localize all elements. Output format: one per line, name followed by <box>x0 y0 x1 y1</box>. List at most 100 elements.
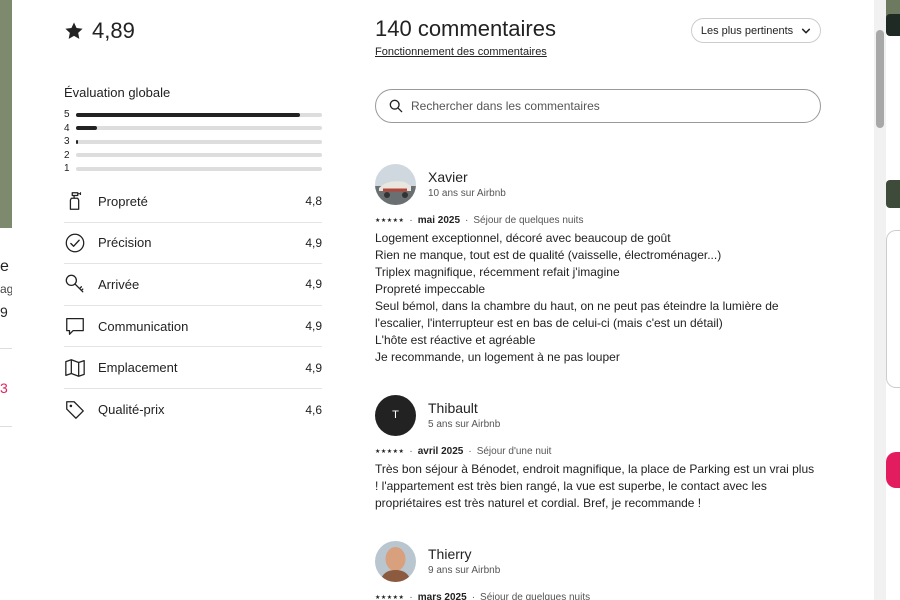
how-reviews-work-link[interactable]: Fonctionnement des commentaires <box>375 46 547 58</box>
avatar-initial: T <box>392 409 399 421</box>
review-date: mars 2025 <box>417 592 467 600</box>
reviews-count: 140 commentaires <box>375 16 556 41</box>
review-item: T Thibault 5 ans sur Airbnb ★★★★★ · avril 202… <box>375 394 821 512</box>
review-subline: ★★★★★ · avril 2025 · Séjour d'une nuit <box>375 446 821 457</box>
review-line: L'hôte est réactive et agréable <box>375 333 536 347</box>
rating-bar-label: 1 <box>64 163 70 175</box>
review-line: propriétaires est très naturel et cordia… <box>375 496 702 510</box>
review-line: Seul bémol, dans la chambre du haut, on … <box>375 299 779 313</box>
category-row: Précision 4,9 <box>64 223 322 265</box>
rating-bar-track <box>76 139 322 144</box>
reviewer-name[interactable]: Thierry <box>428 546 500 562</box>
chevron-down-icon <box>802 28 811 33</box>
background-photo <box>886 180 900 208</box>
reviewer-tenure: 10 ans sur Airbnb <box>428 188 506 199</box>
scrollbar-thumb[interactable] <box>876 30 884 128</box>
chat-bubble-icon <box>64 315 86 337</box>
rating-bar-label: 5 <box>64 109 70 121</box>
category-name: Communication <box>98 318 189 334</box>
rating-bar-label: 4 <box>64 122 70 134</box>
background-close-button <box>886 14 900 36</box>
review-subline: ★★★★★ · mai 2025 · Séjour de quelques nuits <box>375 215 821 226</box>
category-row: Propreté 4,8 <box>64 181 322 223</box>
avatar[interactable]: T <box>375 394 416 436</box>
rating-bar-fill <box>76 126 97 131</box>
background-photo <box>0 0 12 228</box>
rating-bar-track <box>76 112 322 117</box>
background-red-fragment: 3 <box>0 380 8 396</box>
background-divider <box>0 426 12 427</box>
review-item: Xavier 10 ans sur Airbnb ★★★★★ · mai 2025 · Sé… <box>375 163 821 366</box>
distribution-title: Évaluation globale <box>64 85 171 100</box>
category-row: Qualité-prix 4,6 <box>64 389 322 431</box>
rating-bar-row: 1 <box>64 162 322 176</box>
review-header: T Thibault 5 ans sur Airbnb <box>375 394 821 436</box>
star-icon <box>65 22 83 39</box>
category-score: 4,9 <box>305 235 322 250</box>
separator-dot: · <box>468 446 472 457</box>
separator-dot: · <box>409 592 413 600</box>
sort-dropdown[interactable]: Les plus pertinents <box>691 18 821 43</box>
stay-type: Séjour de quelques nuits <box>473 215 584 226</box>
separator-dot: · <box>465 215 469 226</box>
category-name: Précision <box>98 235 152 251</box>
review-text: Logement exceptionnel, décoré avec beauc… <box>375 230 821 366</box>
review-line: Je recommande, un logement à ne pas loup… <box>375 350 620 364</box>
category-name: Propreté <box>98 193 148 209</box>
category-score: 4,9 <box>305 319 322 334</box>
check-circle-icon <box>64 232 86 254</box>
review-line: Très bon séjour à Bénodet, endroit magni… <box>375 462 815 476</box>
rating-bar-row: 3 <box>64 135 322 149</box>
review-text: Très bon séjour à Bénodet, endroit magni… <box>375 461 821 512</box>
category-ratings: Propreté 4,8 Précision 4,9 Arrivée 4,9 Communi… <box>64 181 322 431</box>
rating-bar-label: 2 <box>64 149 70 161</box>
rating-bar-row: 2 <box>64 149 322 163</box>
rating-bar-track <box>76 126 322 131</box>
background-reserve-button <box>886 452 900 488</box>
search-icon <box>389 99 403 113</box>
review-stars: ★★★★★ <box>375 218 405 224</box>
reviews-modal: 4,89 Évaluation globale 54 32 1 Propreté 4,… <box>12 0 886 600</box>
reviewer-tenure: 5 ans sur Airbnb <box>428 419 501 430</box>
rating-distribution: 54 32 1 <box>64 108 322 176</box>
review-line: Triplex magnifique, récemment refait j'i… <box>375 265 620 279</box>
review-item: Thierry 9 ans sur Airbnb ★★★★★ · mars 2025 · S… <box>375 540 821 600</box>
key-icon <box>64 273 86 295</box>
review-search[interactable] <box>375 89 821 123</box>
review-line: Rien ne manque, tout est de qualité (vai… <box>375 248 722 262</box>
search-input[interactable] <box>411 99 820 113</box>
reviewer-meta: Thierry 9 ans sur Airbnb <box>428 546 500 576</box>
background-page-right <box>886 0 900 600</box>
stay-type: Séjour de quelques nuits <box>480 592 591 600</box>
review-line: l'escalier, l'interrupteur est en bas de… <box>375 316 723 330</box>
category-score: 4,6 <box>305 402 322 417</box>
rating-bar-fill <box>76 112 300 117</box>
modal-scrollbar[interactable] <box>874 0 886 600</box>
category-row: Communication 4,9 <box>64 306 322 348</box>
sort-label: Les plus pertinents <box>700 24 794 37</box>
avatar[interactable] <box>375 163 416 205</box>
rating-bar-label: 3 <box>64 136 70 148</box>
avatar[interactable] <box>375 540 416 582</box>
background-divider <box>0 348 12 349</box>
reviewer-name[interactable]: Xavier <box>428 169 506 185</box>
rating-bar-track <box>76 153 322 158</box>
overall-rating-value: 4,89 <box>92 18 135 43</box>
review-date: mai 2025 <box>417 215 461 226</box>
category-score: 4,8 <box>305 194 322 209</box>
review-header: Thierry 9 ans sur Airbnb <box>375 540 821 582</box>
category-row: Arrivée 4,9 <box>64 264 322 306</box>
reviewer-name[interactable]: Thibault <box>428 400 500 416</box>
stay-type: Séjour d'une nuit <box>476 446 552 457</box>
overall-rating: 4,89 <box>64 18 135 44</box>
map-icon <box>64 357 86 379</box>
background-booking-card <box>886 230 900 388</box>
category-name: Arrivée <box>98 276 140 292</box>
rating-bar-row: 5 <box>64 108 322 122</box>
review-line: Logement exceptionnel, décoré avec beauc… <box>375 231 671 245</box>
rating-bar-row: 4 <box>64 122 322 136</box>
reviewer-meta: Xavier 10 ans sur Airbnb <box>428 169 506 199</box>
review-header: Xavier 10 ans sur Airbnb <box>375 163 821 205</box>
review-subline: ★★★★★ · mars 2025 · Séjour de quelques nuits <box>375 592 821 600</box>
category-score: 4,9 <box>305 360 322 375</box>
